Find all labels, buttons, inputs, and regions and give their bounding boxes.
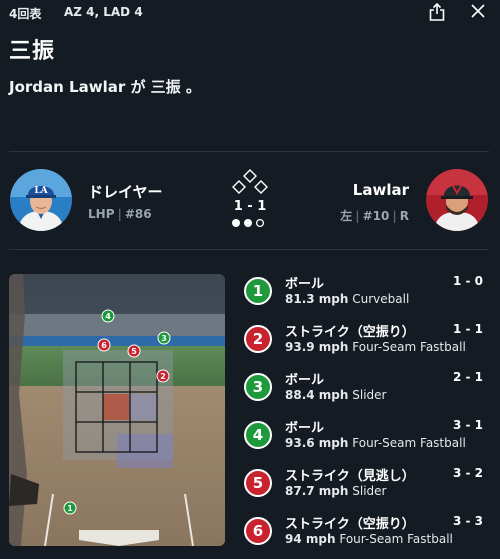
pitch-count: 2 - 1 — [452, 370, 483, 384]
pitch-row[interactable]: 6 ストライク（空振り） 3 - 3 94 mph Four-Seam Fast… — [241, 510, 491, 554]
svg-text:5: 5 — [131, 347, 137, 356]
bases-diamond-icon — [232, 169, 268, 194]
pitch-detail: 87.7 mph Slider — [285, 484, 386, 498]
batter-number: #10 — [362, 209, 390, 223]
pitch-number-badge: 3 — [244, 373, 272, 401]
svg-text:LA: LA — [34, 186, 48, 196]
batter-info: 左 | #10 | R — [340, 209, 409, 223]
divider — [9, 249, 489, 250]
pitch-type: Slider — [352, 484, 387, 498]
pitch-type: Four-Seam Fastball — [339, 532, 453, 546]
pitch-speed: 93.6 mph — [285, 436, 349, 450]
pitch-row[interactable]: 5 ストライク（見逃し） 3 - 2 87.7 mph Slider — [241, 462, 491, 506]
batter-avatar — [426, 169, 488, 231]
pitch-speed: 87.7 mph — [285, 484, 349, 498]
pitcher-info: LHP | #86 — [88, 207, 152, 221]
svg-text:2: 2 — [160, 372, 166, 381]
pitch-speed: 81.3 mph — [285, 292, 349, 306]
pitch-result: ボール — [285, 277, 325, 292]
pitch-speed: 94 mph — [285, 532, 336, 546]
pitch-number-badge: 6 — [244, 517, 272, 545]
outs-indicator — [232, 218, 265, 228]
pitch-speed: 88.4 mph — [285, 388, 349, 402]
batter-side: 左 — [340, 209, 353, 223]
close-icon[interactable] — [470, 3, 486, 19]
pitch-number-badge: 1 — [244, 277, 272, 305]
pitch-count: 1 - 0 — [452, 274, 483, 288]
header-bar: 4回表 AZ 4, LAD 4 — [0, 0, 500, 28]
svg-text:3: 3 — [161, 334, 167, 343]
pitch-location-panel: 1 2 3 4 5 6 — [9, 274, 225, 546]
pitch-count: 1 - 1 — [452, 322, 483, 336]
pitch-detail: 94 mph Four-Seam Fastball — [285, 532, 453, 546]
strike-zone-graphic: 1 2 3 4 5 6 — [9, 274, 225, 546]
pitch-detail: 93.9 mph Four-Seam Fastball — [285, 340, 466, 354]
pitch-result: ストライク（見逃し） — [285, 469, 415, 484]
pitch-detail: 88.4 mph Slider — [285, 388, 386, 402]
svg-text:1: 1 — [67, 504, 73, 513]
pitcher-number: #86 — [124, 207, 152, 221]
pitch-row[interactable]: 1 ボール 1 - 0 81.3 mph Curveball — [241, 270, 491, 314]
pitch-count: 3 - 1 — [452, 418, 483, 432]
pitcher-hand: LHP — [88, 207, 115, 221]
pitch-row[interactable]: 2 ストライク（空振り） 1 - 1 93.9 mph Four-Seam Fa… — [241, 318, 491, 362]
svg-text:4: 4 — [105, 312, 111, 321]
pitch-number-badge: 5 — [244, 469, 272, 497]
pitch-count: 3 - 3 — [452, 514, 483, 528]
play-title: 三振 — [9, 39, 56, 64]
inning-label: 4回表 — [9, 7, 42, 21]
pitch-result: ストライク（空振り） — [285, 325, 415, 340]
pitch-number-badge: 4 — [244, 421, 272, 449]
pitch-type: Curveball — [352, 292, 410, 306]
pitcher-name[interactable]: ドレイヤー — [88, 181, 163, 202]
pitch-row[interactable]: 3 ボール 2 - 1 88.4 mph Slider — [241, 366, 491, 410]
pitch-type: Slider — [352, 388, 387, 402]
pitch-result: ボール — [285, 373, 325, 388]
pitch-result: ボール — [285, 421, 325, 436]
share-icon[interactable] — [428, 2, 446, 22]
play-description: Jordan Lawlar が 三振 。 — [9, 78, 201, 96]
score-label: AZ 4, LAD 4 — [64, 5, 143, 19]
batter-bats: R — [399, 209, 409, 223]
pitch-speed: 93.9 mph — [285, 340, 349, 354]
pitch-row[interactable]: 4 ボール 3 - 1 93.6 mph Four-Seam Fastball — [241, 414, 491, 458]
svg-text:6: 6 — [101, 341, 107, 350]
pitch-number-badge: 2 — [244, 325, 272, 353]
pitch-detail: 81.3 mph Curveball — [285, 292, 409, 306]
pitch-detail: 93.6 mph Four-Seam Fastball — [285, 436, 466, 450]
batter-name[interactable]: Lawlar — [353, 181, 409, 199]
pitch-count: 3 - 2 — [452, 466, 483, 480]
pitcher-avatar: LA — [10, 169, 72, 231]
pitch-type: Four-Seam Fastball — [352, 436, 466, 450]
pitch-result: ストライク（空振り） — [285, 517, 415, 532]
divider — [9, 151, 489, 152]
pitch-type: Four-Seam Fastball — [352, 340, 466, 354]
ball-strike-count: 1 - 1 — [233, 199, 267, 214]
